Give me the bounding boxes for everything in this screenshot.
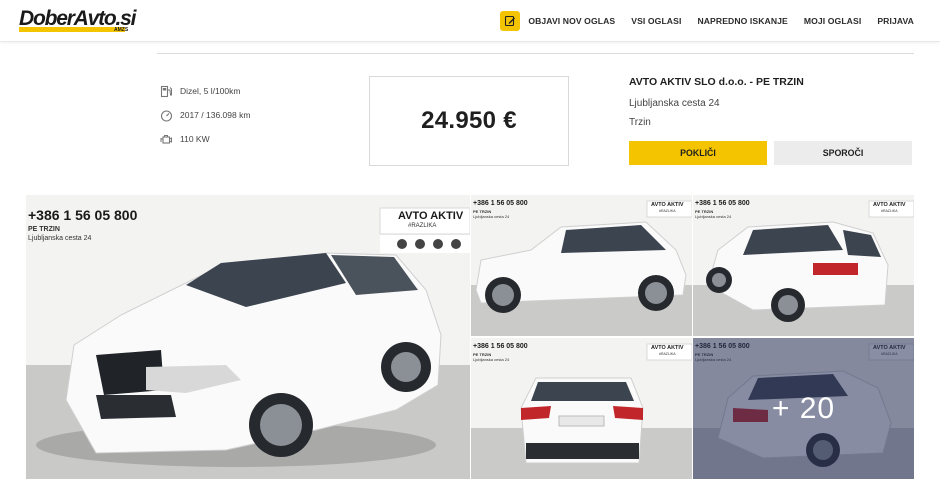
thumb-3-address: Ljubljanska cesta 24 <box>473 357 510 362</box>
more-photos-count: + 20 <box>771 391 836 425</box>
thumb-3-phone: +386 1 56 05 800 <box>473 343 528 350</box>
thumb-1-banner-tag: #RAZLIKA <box>659 209 676 213</box>
gallery-thumb-more[interactable]: +386 1 56 05 800 PE TRZIN Ljubljanska ce… <box>693 338 914 479</box>
call-button[interactable]: POKLIČI <box>629 141 767 165</box>
thumb-2-address: Ljubljanska cesta 24 <box>695 214 732 219</box>
main-nav: OBJAVI NOV OGLAS VSI OGLASI NAPREDNO ISK… <box>500 11 914 31</box>
gallery-thumb-1[interactable]: +386 1 56 05 800 PE TRZIN Ljubljanska ce… <box>471 195 692 336</box>
speedometer-icon <box>160 109 173 122</box>
gallery-thumb-3[interactable]: +386 1 56 05 800 PE TRZIN Ljubljanska ce… <box>471 338 692 479</box>
dealer-city: Trzin <box>629 117 651 128</box>
message-button[interactable]: SPOROČI <box>774 141 912 165</box>
fuel-pump-icon <box>160 85 172 97</box>
logo-text: DoberAvto.si <box>19 7 136 30</box>
thumb-2-phone: +386 1 56 05 800 <box>695 200 750 207</box>
gallery-main-photo[interactable]: +386 1 56 05 800 PE TRZIN Ljubljanska ce… <box>26 195 470 479</box>
logo-sub: AMZS <box>114 27 129 33</box>
banner-title: AVTO AKTIV <box>398 210 464 222</box>
car-front-photo <box>26 195 470 479</box>
overlay-phone: +386 1 56 05 800 <box>28 207 138 223</box>
edit-icon[interactable] <box>500 11 521 31</box>
engine-icon <box>160 134 172 144</box>
spec-fuel: Dizel, 5 l/100km <box>160 84 240 98</box>
more-photos-overlay[interactable]: + 20 <box>693 338 914 479</box>
nav-all-ads[interactable]: VSI OGLASI <box>631 16 681 26</box>
dealer-name[interactable]: AVTO AKTIV SLO d.o.o. - PE TRZIN <box>629 76 804 88</box>
spec-fuel-text: Dizel, 5 l/100km <box>180 86 241 96</box>
gallery-thumb-2[interactable]: +386 1 56 05 800 PE TRZIN Ljubljanska ce… <box>693 195 914 336</box>
thumb-2-banner: AVTO AKTIV <box>873 202 906 208</box>
thumb-1-address: Ljubljanska cesta 24 <box>473 214 510 219</box>
top-header: DoberAvto.si AMZS OBJAVI NOV OGLAS VSI O… <box>0 0 940 42</box>
thumb-2-banner-tag: #RAZLIKA <box>881 209 898 213</box>
overlay-address: Ljubljanska cesta 24 <box>28 235 92 242</box>
price-box: 24.950 € <box>369 76 569 166</box>
spec-power: 110 KW <box>160 132 210 146</box>
price: 24.950 € <box>421 107 517 134</box>
dealer-street: Ljubljanska cesta 24 <box>629 98 720 109</box>
thumb-1-banner: AVTO AKTIV <box>651 202 684 208</box>
thumb-3-banner: AVTO AKTIV <box>651 345 684 351</box>
spec-year-mileage: 2017 / 136.098 km <box>160 108 250 122</box>
thumb-1-phone: +386 1 56 05 800 <box>473 200 528 207</box>
nav-my-ads[interactable]: MOJI OGLASI <box>804 16 861 26</box>
banner-tag: #RAZLIKA <box>408 223 437 229</box>
logo-underline <box>19 27 125 32</box>
site-logo[interactable]: DoberAvto.si AMZS <box>19 7 136 33</box>
content-divider <box>157 53 914 54</box>
spec-year-mileage-text: 2017 / 136.098 km <box>180 110 251 120</box>
nav-advanced-search[interactable]: NAPREDNO ISKANJE <box>697 16 787 26</box>
thumb-3-banner-tag: #RAZLIKA <box>659 352 676 356</box>
nav-post-ad[interactable]: OBJAVI NOV OGLAS <box>528 16 615 26</box>
overlay-branch: PE TRZIN <box>28 226 60 233</box>
spec-power-text: 110 KW <box>180 134 210 144</box>
nav-login[interactable]: PRIJAVA <box>877 16 914 26</box>
